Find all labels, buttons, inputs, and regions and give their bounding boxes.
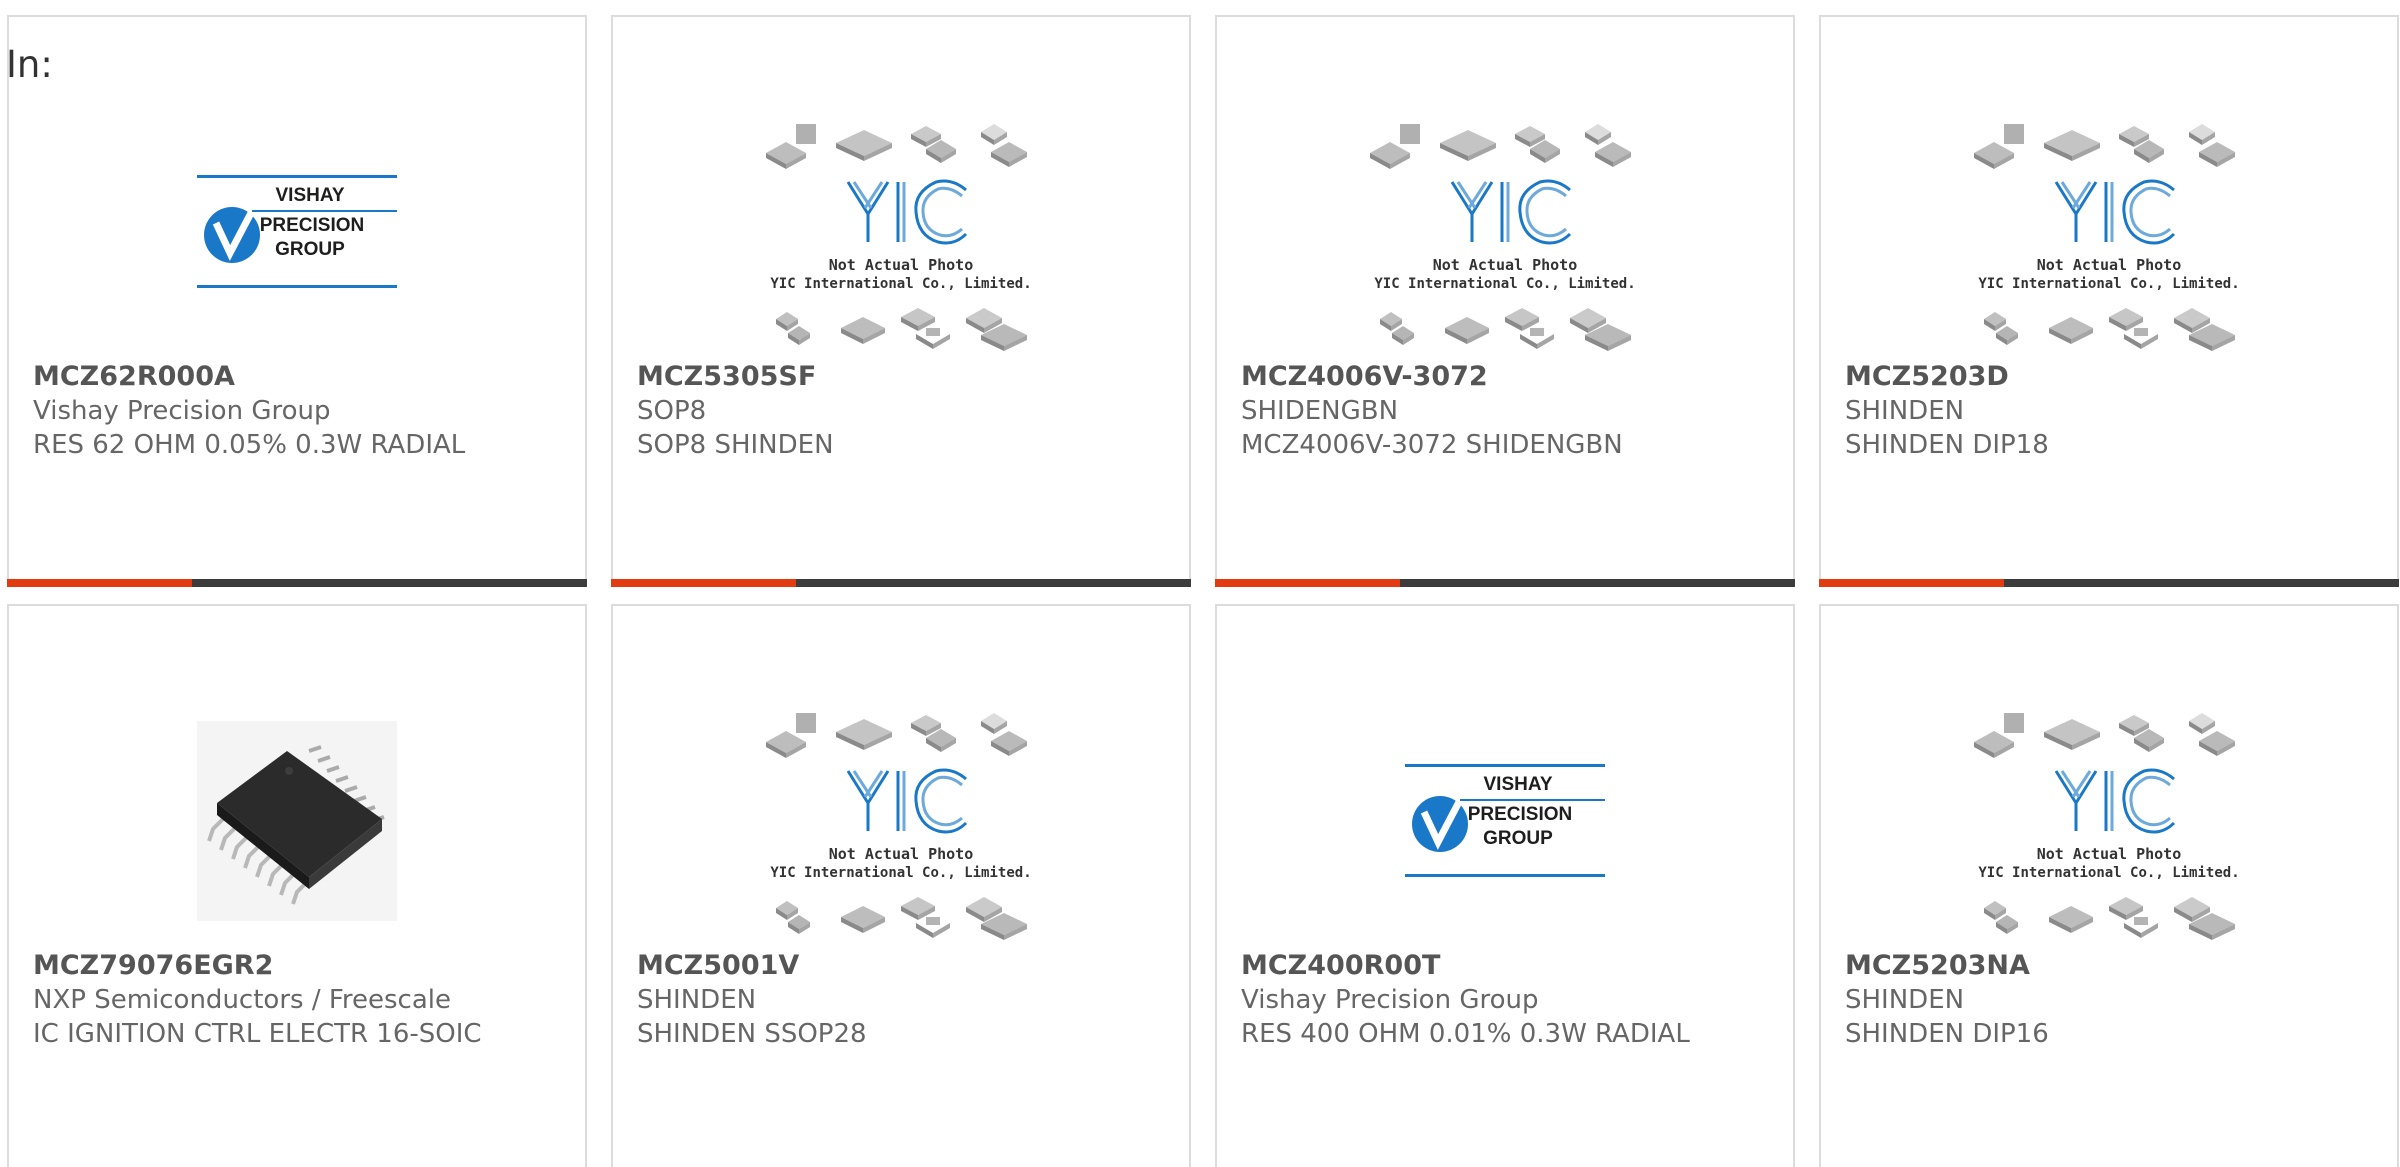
soic-chip-photo-icon	[197, 721, 397, 921]
product-image[interactable]: Not Actual Photo YIC International Co., L…	[1217, 97, 1793, 367]
product-image[interactable]: VISHAY PRECISION GROUP	[9, 97, 585, 367]
placeholder-text: Not Actual Photo	[2037, 256, 2182, 274]
product-card[interactable]: Not Actual Photo YIC International Co., L…	[611, 604, 1191, 1167]
description: MCZ4006V-3072 SHIDENGBN	[1241, 430, 1623, 460]
product-card[interactable]: Not Actual Photo YIC International Co., L…	[1215, 15, 1795, 587]
logo-text: GROUP	[1483, 828, 1553, 849]
manufacturer: NXP Semiconductors / Freescale	[33, 985, 452, 1015]
product-card[interactable]: Not Actual Photo YIC International Co., L…	[1819, 15, 2399, 587]
not-actual-photo-placeholder-icon: Not Actual Photo YIC International Co., L…	[1370, 124, 1636, 351]
product-image[interactable]: VISHAY PRECISION GROUP	[1217, 686, 1793, 956]
description: SOP8 SHINDEN	[637, 430, 834, 460]
card-bottom-bar	[7, 579, 587, 587]
not-actual-photo-placeholder-icon: Not Actual Photo YIC International Co., L…	[766, 124, 1032, 351]
part-number-link[interactable]: MCZ5305SF	[637, 360, 1165, 394]
not-actual-photo-placeholder-icon: Not Actual Photo YIC International Co., L…	[766, 713, 1032, 940]
part-number-link[interactable]: MCZ62R000A	[33, 360, 561, 394]
filter-label: In:	[6, 43, 53, 86]
part-number-link[interactable]: MCZ400R00T	[1241, 949, 1769, 983]
placeholder-text: Not Actual Photo	[829, 256, 974, 274]
product-listing-page: In: VISHAY PRECISION GROUP MCZ62R000A Vish…	[0, 0, 2400, 1167]
product-card[interactable]: VISHAY PRECISION GROUP MCZ400R00T Vishay P…	[1215, 604, 1795, 1167]
vishay-logo-icon: VISHAY PRECISION GROUP	[1405, 764, 1605, 877]
manufacturer: SHIDENGBN	[1241, 396, 1399, 426]
placeholder-text: YIC International Co., Limited.	[770, 865, 1031, 881]
manufacturer: SHINDEN	[1845, 396, 1965, 426]
product-image[interactable]: Not Actual Photo YIC International Co., L…	[1821, 686, 2397, 956]
logo-text: PRECISION	[1468, 804, 1573, 825]
manufacturer: Vishay Precision Group	[33, 396, 331, 426]
product-info: MCZ5203D SHINDEN SHINDEN DIP18	[1845, 360, 2373, 462]
product-info: MCZ62R000A Vishay Precision Group RES 62…	[33, 360, 561, 462]
card-accent-bar	[1819, 579, 2004, 587]
product-card[interactable]: VISHAY PRECISION GROUP MCZ62R000A Vishay P…	[7, 15, 587, 587]
vishay-logo-icon: VISHAY PRECISION GROUP	[197, 175, 397, 288]
placeholder-text: YIC International Co., Limited.	[1978, 865, 2239, 881]
not-actual-photo-placeholder-icon: Not Actual Photo YIC International Co., L…	[1974, 713, 2240, 940]
logo-text: VISHAY	[1484, 774, 1553, 795]
part-number-link[interactable]: MCZ5001V	[637, 949, 1165, 983]
not-actual-photo-placeholder-icon: Not Actual Photo YIC International Co., L…	[1974, 124, 2240, 351]
card-accent-bar	[1215, 579, 1400, 587]
product-image[interactable]: Not Actual Photo YIC International Co., L…	[613, 686, 1189, 956]
manufacturer: SHINDEN	[1845, 985, 1965, 1015]
placeholder-text: Not Actual Photo	[829, 845, 974, 863]
product-card[interactable]: Not Actual Photo YIC International Co., L…	[611, 15, 1191, 587]
product-info: MCZ4006V-3072 SHIDENGBN MCZ4006V-3072 SH…	[1241, 360, 1769, 462]
product-info: MCZ5203NA SHINDEN SHINDEN DIP16	[1845, 949, 2373, 1051]
manufacturer: SHINDEN	[637, 985, 757, 1015]
description: SHINDEN SSOP28	[637, 1019, 867, 1049]
card-accent-bar	[611, 579, 796, 587]
product-image[interactable]: Not Actual Photo YIC International Co., L…	[613, 97, 1189, 367]
product-info: MCZ5001V SHINDEN SHINDEN SSOP28	[637, 949, 1165, 1051]
product-image[interactable]	[9, 686, 585, 956]
placeholder-text: YIC International Co., Limited.	[1374, 276, 1635, 292]
placeholder-text: Not Actual Photo	[1433, 256, 1578, 274]
part-number-link[interactable]: MCZ5203NA	[1845, 949, 2373, 983]
product-info: MCZ5305SF SOP8 SOP8 SHINDEN	[637, 360, 1165, 462]
placeholder-text: YIC International Co., Limited.	[770, 276, 1031, 292]
description: SHINDEN DIP18	[1845, 430, 2049, 460]
description: IC IGNITION CTRL ELECTR 16-SOIC	[33, 1019, 482, 1049]
product-image[interactable]: Not Actual Photo YIC International Co., L…	[1821, 97, 2397, 367]
card-bottom-bar	[1215, 579, 1795, 587]
card-bottom-bar	[1819, 579, 2399, 587]
description: RES 62 OHM 0.05% 0.3W RADIAL	[33, 430, 466, 460]
part-number-link[interactable]: MCZ5203D	[1845, 360, 2373, 394]
description: RES 400 OHM 0.01% 0.3W RADIAL	[1241, 1019, 1690, 1049]
product-card[interactable]: MCZ79076EGR2 NXP Semiconductors / Freesc…	[7, 604, 587, 1167]
product-info: MCZ400R00T Vishay Precision Group RES 40…	[1241, 949, 1769, 1051]
manufacturer: SOP8	[637, 396, 707, 426]
placeholder-text: YIC International Co., Limited.	[1978, 276, 2239, 292]
card-accent-bar	[7, 579, 192, 587]
card-bottom-bar	[611, 579, 1191, 587]
product-card[interactable]: Not Actual Photo YIC International Co., L…	[1819, 604, 2399, 1167]
part-number-link[interactable]: MCZ4006V-3072	[1241, 360, 1769, 394]
placeholder-text: Not Actual Photo	[2037, 845, 2182, 863]
logo-text: PRECISION	[260, 215, 365, 236]
part-number-link[interactable]: MCZ79076EGR2	[33, 949, 561, 983]
logo-text: VISHAY	[276, 185, 345, 206]
description: SHINDEN DIP16	[1845, 1019, 2049, 1049]
manufacturer: Vishay Precision Group	[1241, 985, 1539, 1015]
logo-text: GROUP	[275, 239, 345, 260]
product-info: MCZ79076EGR2 NXP Semiconductors / Freesc…	[33, 949, 561, 1051]
product-grid: VISHAY PRECISION GROUP MCZ62R000A Vishay P…	[7, 15, 2399, 1167]
